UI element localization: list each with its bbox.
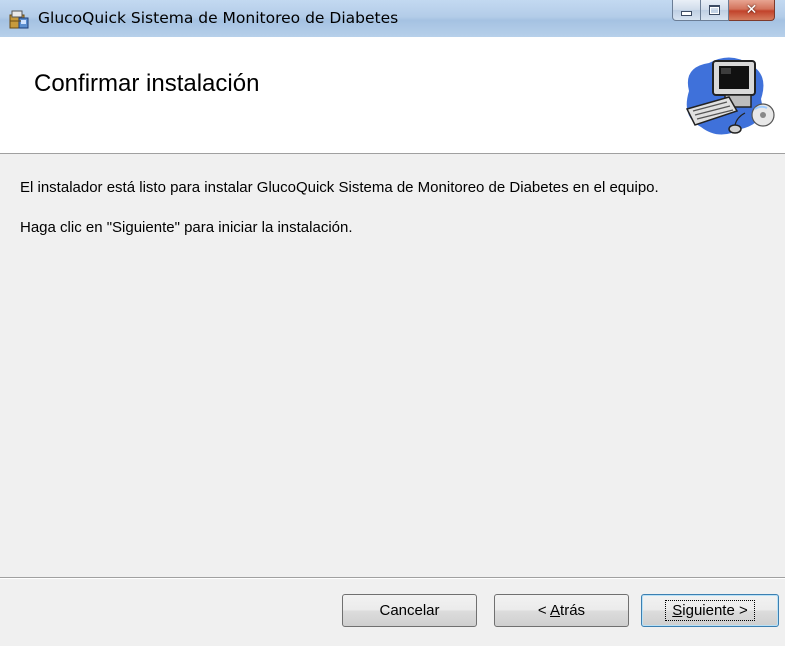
title-bar[interactable]: GlucoQuick Sistema de Monitoreo de Diabe… [0,0,785,37]
window-title: GlucoQuick Sistema de Monitoreo de Diabe… [38,9,399,27]
installer-window: GlucoQuick Sistema de Monitoreo de Diabe… [0,0,785,646]
computer-setup-icon [685,57,775,135]
page-title: Confirmar instalación [34,70,260,97]
header-banner: Confirmar instalación [0,37,785,154]
cancel-button[interactable]: Cancelar [342,594,477,627]
footer-divider [0,577,785,579]
ready-to-install-text: El instalador está listo para instalar G… [20,179,659,196]
next-button[interactable]: Siguiente > [641,594,779,627]
close-button[interactable]: ✕ [729,0,775,21]
maximize-icon [709,5,720,15]
minimize-icon [681,11,692,16]
click-next-instruction: Haga clic en "Siguiente" para iniciar la… [20,219,353,236]
minimize-button[interactable] [672,0,701,21]
caption-buttons: ✕ [672,0,775,22]
close-icon: ✕ [745,2,758,18]
next-button-label: Siguiente > [665,600,755,621]
cancel-button-label: Cancelar [379,602,440,619]
back-button[interactable]: < Atrás [494,594,629,627]
back-button-label: < Atrás [537,602,586,619]
maximize-button[interactable] [701,0,729,21]
installer-app-icon [9,10,29,29]
